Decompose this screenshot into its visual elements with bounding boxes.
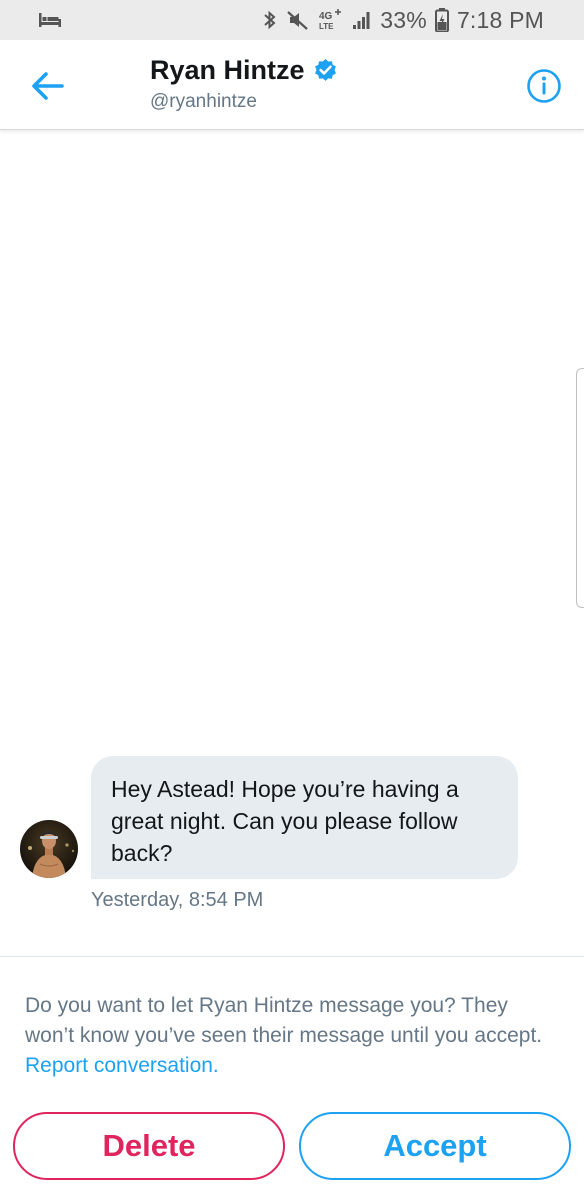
signal-icon xyxy=(353,12,370,29)
conversation-header: Ryan Hintze @ryanhintze xyxy=(0,40,584,130)
contact-name: Ryan Hintze xyxy=(150,55,305,85)
title-row: Ryan Hintze xyxy=(150,55,338,86)
lte-4g-text: 4G xyxy=(319,11,333,22)
back-button[interactable] xyxy=(26,64,70,108)
lte-label-text: LTE xyxy=(319,22,334,31)
battery-percent: 33% xyxy=(380,6,427,33)
status-bar: 4G LTE 33% 7:18 PM xyxy=(0,0,584,40)
mute-icon xyxy=(287,11,309,30)
bluetooth-icon xyxy=(264,10,276,30)
accept-button[interactable]: Accept xyxy=(299,1112,571,1180)
message-request-prompt: Do you want to let Ryan Hintze message y… xyxy=(25,991,555,1081)
lte-icon: 4G LTE xyxy=(319,9,342,31)
header-title-group[interactable]: Ryan Hintze @ryanhintze xyxy=(150,55,338,113)
contact-handle: @ryanhintze xyxy=(150,91,257,112)
clock: 7:18 PM xyxy=(456,6,544,33)
report-conversation-link[interactable]: Report conversation. xyxy=(25,1054,219,1077)
request-prompt-text: Do you want to let Ryan Hintze message y… xyxy=(25,994,543,1047)
message-bubble[interactable]: Hey Astead! Hope you’re having a great n… xyxy=(91,756,518,879)
delete-button[interactable]: Delete xyxy=(13,1112,285,1180)
arrow-left-icon xyxy=(32,72,64,100)
status-icons: 4G LTE 33% 7:18 PM xyxy=(262,0,544,40)
message-timestamp: Yesterday, 8:54 PM xyxy=(91,889,264,911)
info-icon xyxy=(527,69,561,103)
footer-divider xyxy=(0,956,584,957)
battery-charging-icon xyxy=(434,8,449,32)
message-text: Hey Astead! Hope you’re having a great n… xyxy=(111,776,459,866)
sleep-icon xyxy=(39,13,61,27)
info-button[interactable] xyxy=(525,67,563,105)
avatar-photo xyxy=(20,820,78,878)
scrollbar-handle[interactable] xyxy=(576,368,584,608)
verified-badge-icon xyxy=(314,59,336,81)
avatar[interactable] xyxy=(20,820,78,878)
